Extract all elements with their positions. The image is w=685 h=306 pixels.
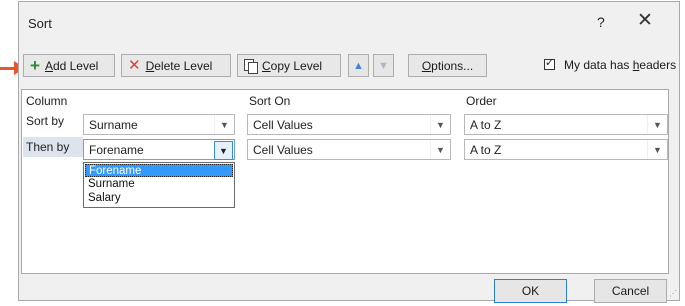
dropdown-option-surname[interactable]: Surname [85,178,233,191]
sort-levels-grid: Column Sort On Order Sort by Surname ▼ C… [21,89,669,274]
title-bar: Sort ? ✕ [19,2,679,42]
options-button[interactable]: Options... [408,54,487,77]
chevron-down-icon: ▼ [430,140,450,159]
my-data-headers-checkbox[interactable]: ✓ [544,57,555,70]
chevron-down-icon: ▼ [214,141,233,160]
dialog-title: Sort [28,16,52,31]
chevron-down-icon: ▼ [378,59,389,72]
copy-level-label: Copy Level [262,58,323,73]
then-by-column-select[interactable]: Forename ▼ [83,139,235,160]
move-up-button[interactable]: ▲ [348,54,369,77]
delete-level-label: Delete Level [145,58,213,73]
chevron-up-icon: ▲ [353,59,364,72]
chevron-down-icon: ▼ [214,115,234,134]
move-down-button[interactable]: ▼ [373,54,394,77]
ok-button[interactable]: OK [494,279,567,303]
help-button[interactable]: ? [597,14,605,30]
column-dropdown-list: Forename Surname Salary [83,162,235,208]
close-button[interactable]: ✕ [637,11,653,30]
chevron-down-icon: ▼ [647,115,667,134]
my-data-headers-label[interactable]: My data has headers [564,58,676,72]
sort-by-order-select[interactable]: A to Z ▼ [464,114,668,135]
then-by-column-value: Forename [89,143,144,157]
check-icon: ✓ [545,57,555,69]
delete-level-button[interactable]: ✕ Delete Level [121,54,231,77]
then-by-order-value: A to Z [470,143,502,157]
order-header: Order [466,94,497,108]
dropdown-option-forename[interactable]: Forename [85,164,233,177]
x-icon: ✕ [128,57,141,74]
sort-by-column-value: Surname [89,118,138,132]
copy-level-button[interactable]: Copy Level [237,54,341,77]
then-by-sort-on-value: Cell Values [253,143,313,157]
dropdown-option-salary[interactable]: Salary [85,192,233,205]
copy-icon [244,59,258,74]
sort-on-header: Sort On [249,94,291,108]
then-by-sort-on-select[interactable]: Cell Values ▼ [247,139,451,160]
sort-by-order-value: A to Z [470,118,502,132]
add-level-label: Add Level [44,58,99,73]
sort-by-sort-on-value: Cell Values [253,118,313,132]
sort-by-sort-on-select[interactable]: Cell Values ▼ [247,114,451,135]
cancel-button[interactable]: Cancel [594,279,667,303]
options-label: Options... [421,58,474,73]
add-level-button[interactable]: + Add Level [23,54,115,77]
column-header: Column [26,94,68,108]
sort-by-column-select[interactable]: Surname ▼ [83,114,235,135]
then-by-label: Then by [26,140,70,154]
resize-grip-icon[interactable]: ⋰ [669,289,677,298]
then-by-order-select[interactable]: A to Z ▼ [464,139,668,160]
chevron-down-icon: ▼ [647,140,667,159]
sort-dialog: Sort ? ✕ + Add Level ✕ Delete Level Copy… [18,1,680,303]
chevron-down-icon: ▼ [430,115,450,134]
sort-by-label: Sort by [26,114,65,128]
plus-icon: + [30,56,40,75]
